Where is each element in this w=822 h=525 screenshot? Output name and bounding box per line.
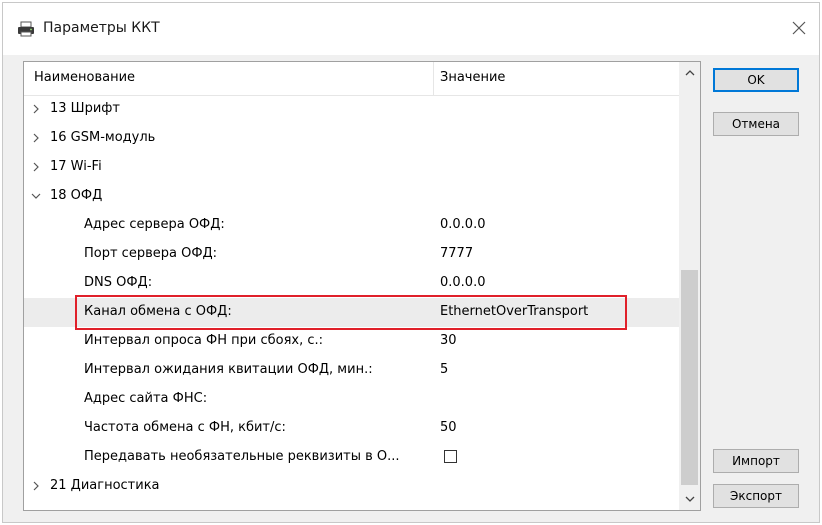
- property-label: Адрес сайта ФНС:: [84, 391, 208, 406]
- group-label: 13 Шрифт: [50, 101, 120, 116]
- import-button[interactable]: Импорт: [713, 449, 799, 473]
- scroll-down-button[interactable]: [679, 488, 700, 510]
- property-value[interactable]: 30: [440, 333, 457, 348]
- column-divider[interactable]: [433, 62, 434, 95]
- property-label: Частота обмена с ФН, кбит/с:: [84, 420, 286, 435]
- group-label: 21 Диагностика: [50, 478, 160, 493]
- scroll-thumb[interactable]: [681, 270, 698, 485]
- property-label: Интервал опроса ФН при сбоях, с.:: [84, 333, 324, 348]
- property-label: Передавать необязательные реквизиты в О.…: [84, 449, 400, 464]
- export-button[interactable]: Экспорт: [713, 484, 799, 508]
- property-label: Интервал ожидания квитации ОФД, мин.:: [84, 362, 373, 377]
- grid-group-row[interactable]: 18 ОФД: [24, 182, 679, 211]
- grid-rows: 13 Шрифт 16 GSM-модуль 17 Wi-Fi 18 ОФД Адрес…: [24, 95, 679, 501]
- property-value[interactable]: 0.0.0.0: [440, 275, 485, 290]
- window-title: Параметры ККТ: [43, 20, 160, 36]
- vertical-scrollbar[interactable]: [679, 62, 700, 510]
- grid-group-row[interactable]: 17 Wi-Fi: [24, 153, 679, 182]
- grid-property-row[interactable]: Интервал ожидания квитации ОФД, мин.: 5: [24, 356, 679, 385]
- close-icon: [792, 21, 806, 35]
- column-header-name[interactable]: Наименование: [34, 70, 135, 85]
- chevron-down-icon[interactable]: [30, 190, 42, 202]
- property-value[interactable]: EthernetOverTransport: [440, 304, 588, 319]
- property-label: DNS ОФД:: [84, 275, 153, 290]
- grid-group-row[interactable]: 21 Диагностика: [24, 472, 679, 501]
- grid-property-row[interactable]: Передавать необязательные реквизиты в О.…: [24, 443, 679, 472]
- ok-button[interactable]: OK: [713, 68, 799, 92]
- cancel-button[interactable]: Отмена: [713, 112, 799, 136]
- chevron-right-icon[interactable]: [30, 132, 42, 144]
- group-label: 18 ОФД: [50, 188, 103, 203]
- property-label: Канал обмена с ОФД:: [84, 304, 232, 319]
- property-value[interactable]: 5: [440, 362, 448, 377]
- property-value[interactable]: 0.0.0.0: [440, 217, 485, 232]
- grid-property-row[interactable]: DNS ОФД: 0.0.0.0: [24, 269, 679, 298]
- chevron-right-icon[interactable]: [30, 480, 42, 492]
- group-label: 17 Wi-Fi: [50, 159, 102, 174]
- grid-property-row[interactable]: Частота обмена с ФН, кбит/с: 50: [24, 414, 679, 443]
- property-label: Порт сервера ОФД:: [84, 246, 218, 261]
- grid-property-row[interactable]: Адрес сайта ФНС:: [24, 385, 679, 414]
- chevron-right-icon[interactable]: [30, 103, 42, 115]
- close-button[interactable]: [781, 11, 817, 45]
- chevron-up-icon: [685, 70, 694, 76]
- grid-header: Наименование Значение: [24, 62, 679, 96]
- grid-property-row[interactable]: Интервал опроса ФН при сбоях, с.: 30: [24, 327, 679, 356]
- grid-group-row[interactable]: 16 GSM-модуль: [24, 124, 679, 153]
- dialog-window: Параметры ККТ Наименование Значение 13 Ш…: [2, 2, 820, 523]
- grid-property-row[interactable]: Адрес сервера ОФД: 0.0.0.0: [24, 211, 679, 240]
- chevron-down-icon: [685, 496, 694, 502]
- chevron-right-icon[interactable]: [30, 161, 42, 173]
- title-bar: Параметры ККТ: [3, 3, 819, 55]
- scroll-up-button[interactable]: [679, 62, 700, 84]
- group-label: 16 GSM-модуль: [50, 130, 156, 145]
- grid-group-row[interactable]: 13 Шрифт: [24, 95, 679, 124]
- column-header-value[interactable]: Значение: [440, 70, 505, 85]
- printer-icon: [17, 21, 35, 37]
- grid-property-row[interactable]: Порт сервера ОФД: 7777: [24, 240, 679, 269]
- property-value[interactable]: 50: [440, 420, 457, 435]
- property-checkbox[interactable]: [444, 450, 457, 463]
- property-grid[interactable]: Наименование Значение 13 Шрифт 16 GSM-мод…: [23, 61, 701, 511]
- property-value[interactable]: 7777: [440, 246, 473, 261]
- grid-property-row[interactable]: Канал обмена с ОФД: EthernetOverTransport: [24, 298, 679, 327]
- property-label: Адрес сервера ОФД:: [84, 217, 225, 232]
